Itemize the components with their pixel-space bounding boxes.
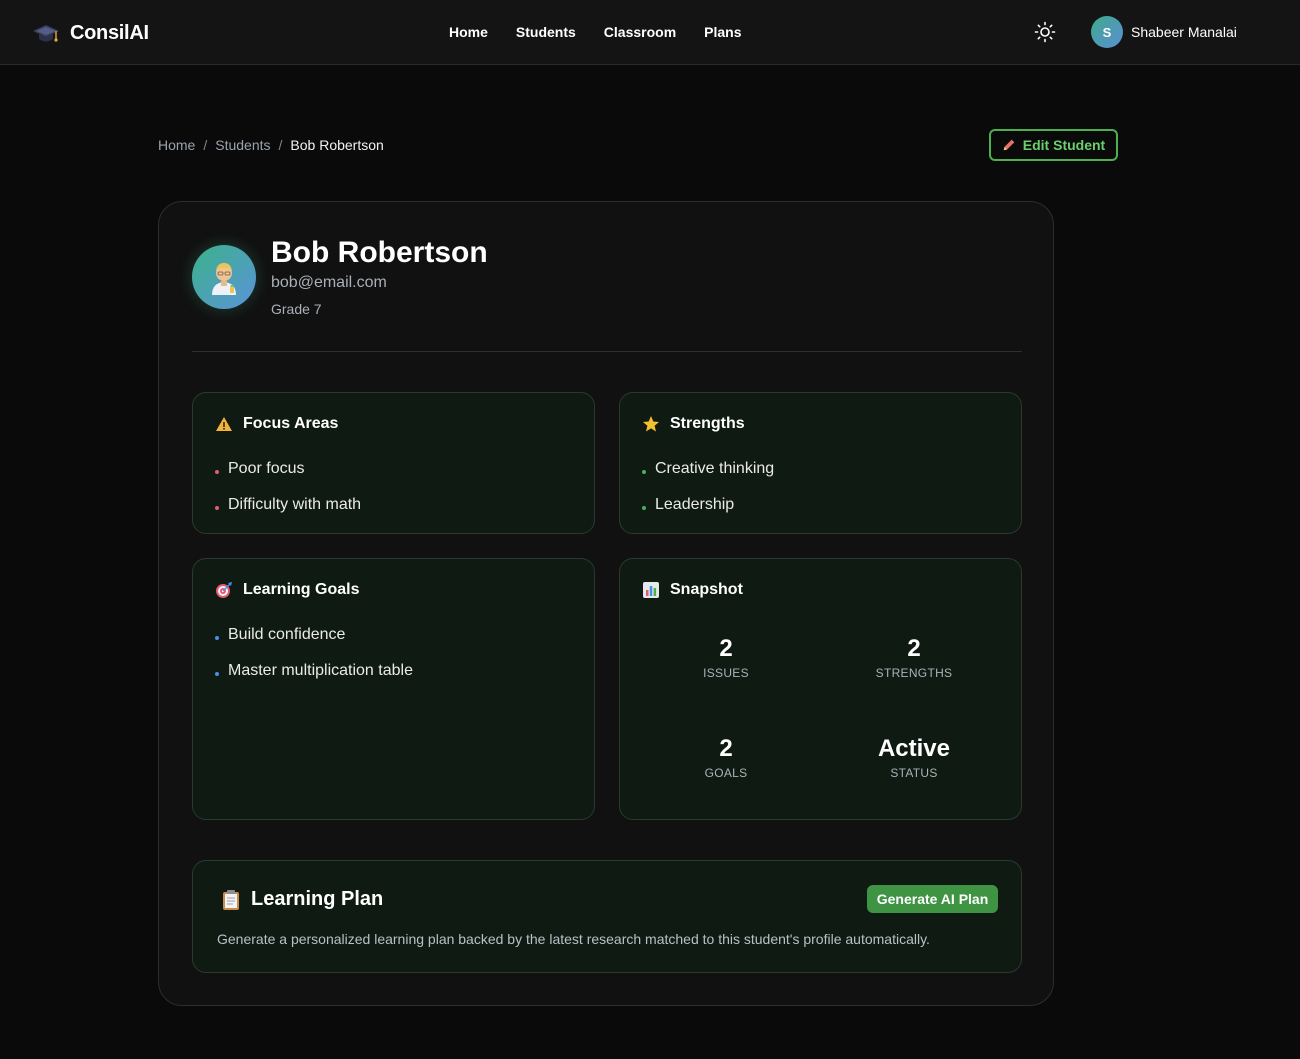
learning-plan-label: Learning Plan [251, 888, 384, 910]
focus-areas-label: Focus Areas [243, 415, 339, 432]
brand-name: ConsilAI [70, 21, 149, 44]
nav-students[interactable]: Students [516, 24, 576, 40]
snapshot-panel: Snapshot 2 ISSUES 2 STRENGTHS 2 GOALS Ac… [619, 558, 1022, 820]
breadcrumb: Home / Students / Bob Robertson [158, 137, 384, 153]
learning-plan-description: Generate a personalized learning plan ba… [217, 931, 930, 947]
student-grade: Grade 7 [271, 301, 322, 317]
breadcrumb-current: Bob Robertson [290, 137, 384, 153]
bullet-dot [642, 506, 646, 510]
focus-areas-title: Focus Areas [215, 415, 338, 433]
learning-goals-label: Learning Goals [243, 581, 360, 598]
stat-label: ISSUES [703, 666, 749, 680]
breadcrumb-home[interactable]: Home [158, 137, 195, 153]
graduation-cap-icon [33, 25, 59, 42]
snapshot-label: Snapshot [670, 581, 743, 598]
stat-strengths: 2 STRENGTHS [834, 634, 994, 680]
nav-home[interactable]: Home [449, 24, 488, 40]
stat-issues: 2 ISSUES [646, 634, 806, 680]
learning-goals-list: Build confidence Master multiplication t… [215, 617, 413, 689]
student-profile-card: Bob Robertson bob@email.com Grade 7 Focu… [158, 201, 1054, 1006]
student-email: bob@email.com [271, 274, 387, 291]
divider [192, 351, 1022, 352]
list-item-text: Build confidence [228, 626, 346, 643]
user-menu[interactable]: S Shabeer Manalai [1091, 16, 1237, 48]
strengths-label: Strengths [670, 415, 745, 432]
stat-label: STATUS [890, 766, 938, 780]
edit-student-label: Edit Student [1022, 137, 1106, 153]
list-item-text: Poor focus [228, 460, 305, 477]
focus-areas-list: Poor focus Difficulty with math [215, 451, 361, 523]
generate-ai-plan-button[interactable]: Generate AI Plan [867, 885, 998, 913]
clipboard-icon [223, 889, 239, 910]
learning-plan-title: Learning Plan [221, 888, 383, 911]
stat-value: 2 [719, 635, 733, 662]
pencil-icon [1003, 139, 1015, 151]
strengths-list: Creative thinking Leadership [642, 451, 774, 523]
student-avatar-icon [192, 245, 256, 309]
snapshot-title: Snapshot [642, 581, 743, 599]
breadcrumb-students[interactable]: Students [215, 137, 270, 153]
bar-chart-icon [643, 582, 659, 598]
bullet-dot [215, 672, 219, 676]
strengths-panel: Strengths Creative thinking Leadership [619, 392, 1022, 534]
stat-label: STRENGTHS [875, 666, 953, 680]
list-item: Poor focus [215, 451, 361, 487]
bullet-dot [215, 470, 219, 474]
star-icon [643, 416, 659, 432]
bullet-dot [215, 636, 219, 640]
nav-classroom[interactable]: Classroom [604, 24, 676, 40]
breadcrumb-separator: / [203, 137, 208, 153]
student-name: Bob Robertson [271, 236, 488, 269]
top-navbar: ConsilAI Home Students Classroom Plans S… [0, 0, 1300, 65]
focus-areas-panel: Focus Areas Poor focus Difficulty with m… [192, 392, 595, 534]
stat-value: 2 [719, 735, 733, 762]
list-item-text: Creative thinking [655, 460, 775, 477]
list-item: Creative thinking [642, 451, 774, 487]
strengths-title: Strengths [642, 415, 745, 433]
edit-student-button[interactable]: Edit Student [989, 129, 1118, 161]
list-item: Leadership [642, 487, 774, 523]
list-item-text: Master multiplication table [228, 662, 413, 679]
target-icon [216, 582, 232, 598]
list-item: Master multiplication table [215, 653, 413, 689]
bullet-dot [642, 470, 646, 474]
user-name: Shabeer Manalai [1131, 24, 1237, 40]
brand[interactable]: ConsilAI [32, 19, 149, 47]
learning-plan-panel: Learning Plan Generate AI Plan Generate … [192, 860, 1022, 973]
list-item-text: Difficulty with math [228, 496, 362, 513]
sun-icon[interactable] [1033, 20, 1057, 44]
nav-plans[interactable]: Plans [704, 24, 741, 40]
learning-goals-panel: Learning Goals Build confidence Master m… [192, 558, 595, 820]
breadcrumb-separator: / [278, 137, 283, 153]
list-item-text: Leadership [655, 496, 735, 513]
stat-label: GOALS [704, 766, 748, 780]
stat-goals: 2 GOALS [646, 734, 806, 780]
learning-goals-title: Learning Goals [215, 581, 359, 599]
warning-icon [216, 417, 232, 431]
list-item: Difficulty with math [215, 487, 361, 523]
stat-status: Active STATUS [834, 734, 994, 780]
main-nav: Home Students Classroom Plans [449, 24, 742, 40]
stat-value: 2 [907, 635, 921, 662]
user-avatar: S [1091, 16, 1123, 48]
bullet-dot [215, 506, 219, 510]
list-item: Build confidence [215, 617, 413, 653]
stat-value: Active [877, 735, 951, 762]
